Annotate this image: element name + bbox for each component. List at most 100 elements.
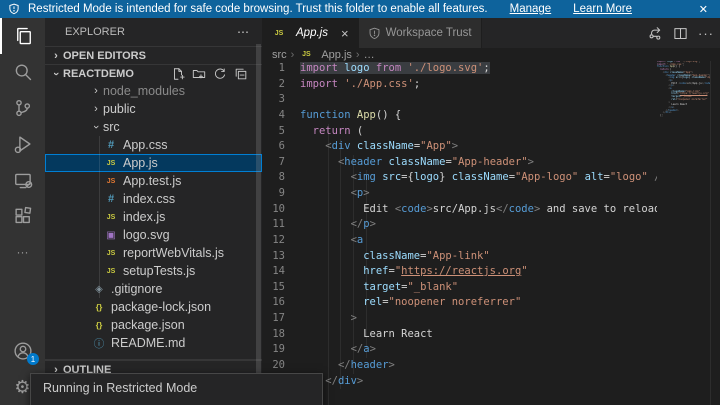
line-number: 18 [272,327,285,340]
line-number: 3 [278,93,285,106]
activity-bar: ··· 1 ⚙ [0,18,45,405]
css-file-icon: # [107,139,115,151]
js-test-file-icon: JS [106,177,116,185]
code-line: 13 className="App-link" [262,249,657,265]
tree-item-app-js[interactable]: JS App.js [45,154,262,172]
refresh-button[interactable] [213,67,227,81]
tree-item-package-json[interactable]: {} package.json [45,316,262,334]
code-line: 7 <header className="App-header"> [262,155,657,171]
tab-label: Workspace Trust [385,27,472,39]
tab-workspace-trust[interactable]: Workspace Trust [358,18,482,48]
notification-title: Running in Restricted Mode [43,381,198,395]
collapse-all-button[interactable] [234,67,248,81]
info-file-icon: ⓘ [93,337,105,350]
more-icon: ··· [698,25,714,41]
refresh-icon [214,67,226,79]
banner-close-icon[interactable]: ✕ [695,3,712,16]
tree-item--gitignore[interactable]: ◈ .gitignore [45,280,262,298]
activity-more-views-button[interactable]: ··· [0,234,45,270]
split-editor-button[interactable] [673,26,688,41]
json-file-icon: {} [95,302,103,312]
json-file-icon: {} [95,320,103,330]
more-icon: ··· [16,245,29,259]
tree-item-label: reportWebVitals.js [123,246,224,260]
search-icon [15,64,31,81]
css-file-icon: # [107,193,115,205]
breadcrumb-label: src [272,48,287,61]
banner-manage-link[interactable]: Manage [510,3,552,15]
tree-item-label: package.json [111,318,185,332]
code-lines[interactable]: 1 import logo from './logo.svg'; 2 import '… [262,61,657,405]
line-number: 13 [272,249,285,262]
sidebar-title: EXPLORER [65,26,125,38]
source-control-icon [15,99,30,117]
account-badge: 1 [27,353,39,365]
tree-item-setuptests-js[interactable]: JS setupTests.js [45,262,262,280]
tree-item-label: node_modules [103,84,186,98]
tree-item-label: App.css [123,138,168,152]
code-area[interactable]: 1 import logo from './logo.svg'; 2 import '… [262,61,720,405]
tree-item-reportwebvitals-js[interactable]: JS reportWebVitals.js [45,244,262,262]
tree-item-app-test-js[interactable]: JS App.test.js [45,172,262,190]
tree-item-src[interactable]: › src [45,118,262,136]
tree-item-label: index.css [123,192,176,206]
restricted-mode-notification: Running in Restricted Mode Some features… [30,373,369,405]
code-line: 18 Learn React [262,327,657,343]
new-folder-button[interactable] [192,67,206,81]
tree-item-public[interactable]: › public [45,100,262,118]
banner-learn-more-link[interactable]: Learn More [573,3,632,15]
sidebar-header: EXPLORER ⋯ [45,18,262,46]
sidebar-more-icon[interactable]: ⋯ [237,25,250,39]
new-file-button[interactable] [171,67,185,81]
tree-item-index-js[interactable]: JS index.js [45,208,262,226]
tree-item-package-lock-json[interactable]: {} package-lock.json [45,298,262,316]
overview-ruler[interactable] [710,61,720,405]
line-number: 5 [278,124,285,137]
code-line: 12 <a [262,233,657,249]
activity-account-button[interactable]: 1 [0,333,45,369]
chevron-right-icon: › [94,103,98,115]
line-number: 1 [278,62,285,74]
open-changes-button[interactable] [648,26,663,41]
breadcrumb-label: App.js [321,48,352,61]
extensions-icon [14,206,31,224]
tree-item-index-css[interactable]: # index.css [45,190,262,208]
breadcrumb-item[interactable]: JS App.js [298,49,352,61]
code-line: 11 </p> [262,217,657,233]
sidebar-scrollbar[interactable] [256,44,261,405]
project-section-reactdemo[interactable]: › REACTDEMO [45,64,262,82]
breadcrumb-item[interactable]: … [364,49,375,61]
code-line: 1 import logo from './logo.svg'; [262,61,657,77]
line-number: 15 [272,280,285,293]
new-folder-icon [192,69,206,78]
activity-source-control-button[interactable] [0,90,45,126]
line-number: 7 [278,155,285,168]
code-line: 15 target="_blank" [262,280,657,296]
breadcrumb-item[interactable]: src [272,49,287,61]
minimap[interactable]: import logo from './logo.svg'; import './… [657,61,710,405]
open-editors-section[interactable]: › OPEN EDITORS [45,46,262,64]
line-number: 14 [272,265,285,278]
chevron-right-icon: › [94,85,98,97]
tree-item-app-css[interactable]: # App.css [45,136,262,154]
more-actions-button[interactable]: ··· [698,26,714,41]
code-line: 14 href="https://reactjs.org" [262,264,657,280]
project-actions [171,67,258,81]
code-line: 3 [262,92,657,108]
tab-app-js[interactable]: JS App.js × [262,18,359,48]
remote-icon [14,173,32,189]
tree-item-label: logo.svg [123,228,170,242]
tree-item-node-modules[interactable]: › node_modules [45,82,262,100]
activity-run-debug-button[interactable] [0,126,45,162]
tab-close-icon[interactable]: × [341,27,349,40]
files-icon [16,27,31,45]
activity-remote-explorer-button[interactable] [0,162,45,198]
tree-item-label: .gitignore [111,282,163,296]
breadcrumb: src › JS App.js ›… [262,48,720,61]
activity-extensions-button[interactable] [0,198,45,234]
activity-search-button[interactable] [0,54,45,90]
tree-item-readme-md[interactable]: ⓘ README.md [45,334,262,352]
shield-icon [369,27,379,39]
tree-item-logo-svg[interactable]: ▣ logo.svg [45,226,262,244]
activity-explorer-button[interactable] [0,18,45,54]
